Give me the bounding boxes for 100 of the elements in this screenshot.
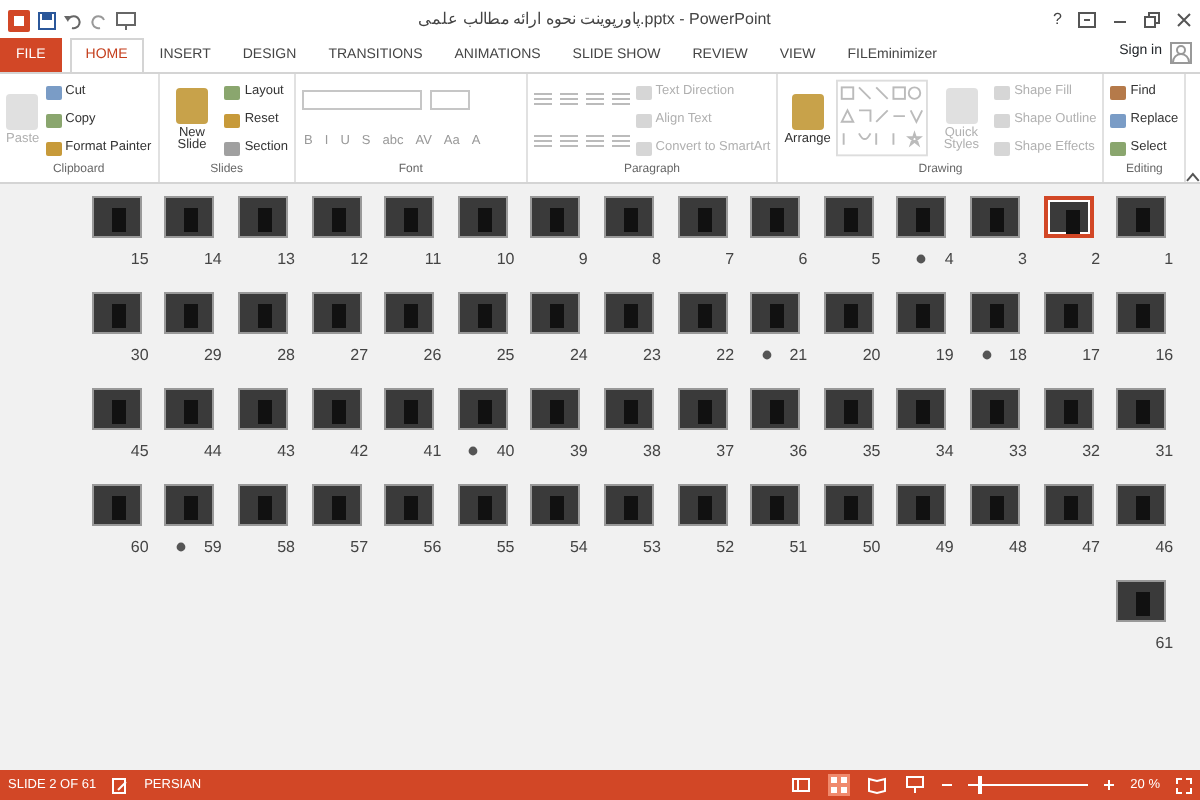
slide-thumbnail[interactable] xyxy=(1043,388,1094,430)
slide-thumbnail[interactable] xyxy=(237,484,288,526)
slide-thumbnail[interactable] xyxy=(896,388,947,430)
slide-thumbnail[interactable] xyxy=(384,196,435,238)
close-icon[interactable] xyxy=(1176,12,1192,28)
slide-thumbnail[interactable] xyxy=(1116,484,1167,526)
slide-thumbnail[interactable] xyxy=(311,484,362,526)
slide-thumbnail[interactable] xyxy=(457,196,508,238)
slide-thumbnail[interactable] xyxy=(311,388,362,430)
slide-number: 17 xyxy=(1082,344,1101,368)
slide-thumbnail[interactable] xyxy=(969,388,1020,430)
slide-thumbnail[interactable] xyxy=(164,388,215,430)
slide-thumbnail[interactable] xyxy=(603,292,654,334)
slide-thumbnail[interactable] xyxy=(750,484,801,526)
slide-number: 30 xyxy=(130,344,149,368)
fit-to-window-icon[interactable] xyxy=(1176,777,1192,793)
slide-thumbnail[interactable] xyxy=(91,484,142,526)
view-button[interactable] xyxy=(790,774,813,796)
slide-number: 42 xyxy=(350,440,369,464)
restore-icon[interactable] xyxy=(1144,12,1160,28)
slide-thumbnail[interactable] xyxy=(677,292,728,334)
slide-thumbnail[interactable] xyxy=(1116,196,1167,238)
slide-thumbnail[interactable] xyxy=(750,388,801,430)
slide-number: 12 xyxy=(350,248,369,272)
slide-thumbnail[interactable] xyxy=(311,292,362,334)
slide-number: 10 xyxy=(496,248,515,272)
ribbon-display-icon[interactable] xyxy=(1078,12,1096,28)
slide-thumbnail[interactable] xyxy=(1116,292,1167,334)
undo-icon[interactable] xyxy=(64,11,82,29)
slide-thumbnail[interactable] xyxy=(384,388,435,430)
save-icon[interactable] xyxy=(38,11,56,29)
slide-thumbnail[interactable] xyxy=(530,292,581,334)
slide-thumbnail[interactable] xyxy=(823,388,874,430)
slide-thumbnail[interactable] xyxy=(237,292,288,334)
slide-thumbnail[interactable] xyxy=(896,196,947,238)
slide-number: 31 xyxy=(1155,440,1174,464)
start-presentation-icon[interactable] xyxy=(116,11,136,29)
slide-thumbnail[interactable] xyxy=(164,196,215,238)
slide-thumbnail[interactable] xyxy=(91,196,142,238)
slide-thumbnail[interactable] xyxy=(311,196,362,238)
slide-number: 32 xyxy=(1082,440,1101,464)
slide-thumbnail[interactable] xyxy=(823,484,874,526)
slide-thumbnail[interactable] xyxy=(530,484,581,526)
slide-thumbnail[interactable] xyxy=(91,292,142,334)
slide-thumbnail[interactable] xyxy=(1043,292,1094,334)
slide-thumbnail[interactable] xyxy=(969,484,1020,526)
slide-thumbnail[interactable] xyxy=(530,388,581,430)
slide-thumbnail[interactable] xyxy=(603,388,654,430)
view-button[interactable] xyxy=(866,774,889,796)
slide-thumbnail[interactable] xyxy=(457,292,508,334)
slide-number: 59 xyxy=(203,536,222,560)
slide-number: 34 xyxy=(935,440,954,464)
slide-thumbnail[interactable] xyxy=(677,196,728,238)
slide-thumbnail[interactable] xyxy=(1043,196,1094,238)
zoom-in-icon[interactable] xyxy=(1104,780,1115,790)
slide-thumbnail[interactable] xyxy=(457,388,508,430)
slide-number: 26 xyxy=(423,344,442,368)
slide-thumbnail[interactable] xyxy=(237,196,288,238)
slide-thumbnail[interactable] xyxy=(384,292,435,334)
slide-thumbnail[interactable] xyxy=(823,292,874,334)
slide-thumbnail[interactable] xyxy=(384,484,435,526)
slide-number: 53 xyxy=(643,536,661,560)
view-button[interactable] xyxy=(904,774,927,796)
slide-number: 51 xyxy=(789,536,808,560)
help-button[interactable]: ? xyxy=(1053,8,1062,32)
slide-thumbnail[interactable] xyxy=(603,196,654,238)
slide-thumbnail[interactable] xyxy=(969,196,1020,238)
slide-thumbnail[interactable] xyxy=(896,292,947,334)
font-size-field[interactable] xyxy=(430,89,471,110)
slide-number: 55 xyxy=(496,536,515,560)
slide-number: 5 xyxy=(871,248,881,272)
slide-number: 33 xyxy=(1009,440,1027,464)
slide-thumbnail[interactable] xyxy=(1116,580,1167,622)
slide-thumbnail[interactable] xyxy=(457,484,508,526)
slide-thumbnail[interactable] xyxy=(750,292,801,334)
slide-number: 22 xyxy=(716,344,735,368)
slide-thumbnail[interactable] xyxy=(530,196,581,238)
slide-number: 39 xyxy=(569,440,588,464)
slide-thumbnail[interactable] xyxy=(164,292,215,334)
slide-thumbnail[interactable] xyxy=(91,388,142,430)
view-button[interactable] xyxy=(828,774,851,796)
slide-thumbnail[interactable] xyxy=(750,196,801,238)
slide-thumbnail[interactable] xyxy=(823,196,874,238)
redo-icon[interactable] xyxy=(90,11,108,29)
font-name-field[interactable] xyxy=(302,89,423,110)
slide-thumbnail[interactable] xyxy=(603,484,654,526)
slide-thumbnail[interactable] xyxy=(1043,484,1094,526)
slide-number: 29 xyxy=(203,344,222,368)
slide-thumbnail[interactable] xyxy=(237,388,288,430)
slide-thumbnail[interactable] xyxy=(896,484,947,526)
notes-icon[interactable] xyxy=(112,777,129,793)
slide-thumbnail[interactable] xyxy=(969,292,1020,334)
slide-thumbnail[interactable] xyxy=(677,484,728,526)
slide-number: 46 xyxy=(1155,536,1174,560)
slide-number: 6 xyxy=(798,248,808,272)
slide-number: 36 xyxy=(789,440,808,464)
zoom-out-icon[interactable] xyxy=(942,780,953,790)
slide-thumbnail[interactable] xyxy=(1116,388,1167,430)
slide-thumbnail[interactable] xyxy=(164,484,215,526)
slide-thumbnail[interactable] xyxy=(677,388,728,430)
